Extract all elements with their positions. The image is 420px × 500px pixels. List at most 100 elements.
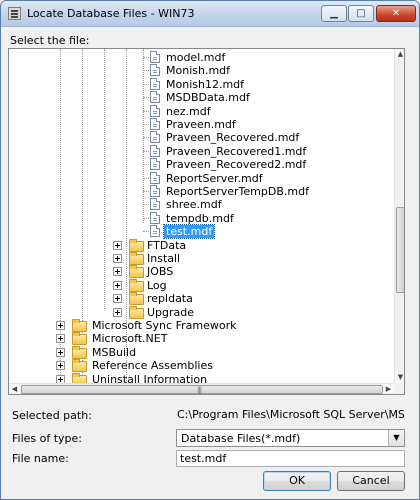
- close-button[interactable]: ✕: [376, 5, 416, 22]
- scroll-right-arrow-icon[interactable]: ▶: [383, 384, 394, 394]
- maximize-icon: □: [356, 8, 366, 19]
- expand-plus-icon[interactable]: [56, 334, 65, 344]
- file-icon: [150, 77, 160, 90]
- tree-branch-line: [143, 57, 149, 58]
- folder-icon: [129, 265, 144, 279]
- expand-plus-icon[interactable]: [56, 321, 65, 330]
- close-icon: ✕: [391, 8, 401, 19]
- tree-branch-line: [143, 110, 149, 112]
- file-icon: [150, 171, 160, 184]
- tree-item-label: model.mdf: [166, 51, 226, 64]
- file-icon: [150, 91, 160, 104]
- expand-plus-icon[interactable]: [113, 307, 122, 317]
- file-icon: [150, 118, 160, 130]
- maximize-button[interactable]: □: [348, 5, 374, 22]
- tree-branch-line: [143, 70, 149, 72]
- tree-item-label: ReportServerTempDB.mdf: [166, 185, 309, 198]
- tree-item-label: Microsoft Sync Framework: [92, 319, 237, 332]
- horizontal-scrollbar[interactable]: ◀ ||| ▶: [9, 383, 394, 394]
- minimize-icon: ▁: [330, 8, 338, 19]
- file-tree-item[interactable]: MSDBData.mdf: [9, 91, 389, 104]
- file-tree-item[interactable]: Praveen_Recovered1.mdf: [9, 144, 389, 158]
- horizontal-scroll-thumb[interactable]: |||: [21, 385, 383, 394]
- minimize-button[interactable]: ▁: [321, 5, 347, 22]
- file-tree-item[interactable]: ReportServer.mdf: [9, 171, 389, 185]
- folder-tree-item[interactable]: Microsoft Sync Framework: [9, 319, 389, 332]
- chevron-down-icon[interactable]: ▼: [388, 430, 404, 446]
- file-tree-item[interactable]: shree.mdf: [9, 198, 389, 211]
- expand-plus-icon[interactable]: [56, 361, 65, 371]
- scrollbar-corner: [394, 383, 404, 394]
- tree-branch-line: [143, 177, 149, 179]
- folder-tree-item[interactable]: Microsoft.NET: [9, 332, 389, 346]
- tree-item-label: MSBuild: [92, 345, 137, 359]
- tree-item-label: Praveen_Recovered.mdf: [166, 131, 300, 145]
- tree-branch-line: [143, 204, 149, 206]
- tree-branch-line: [143, 97, 149, 99]
- expand-plus-icon[interactable]: [113, 267, 122, 277]
- folder-icon: [72, 359, 87, 373]
- file-name-label: File name:: [12, 452, 69, 465]
- file-tree-item[interactable]: Monish.mdf: [9, 64, 389, 77]
- file-tree-item[interactable]: model.mdf: [9, 51, 389, 64]
- expand-plus-icon[interactable]: [113, 294, 122, 304]
- folder-tree-item[interactable]: Install: [9, 252, 389, 265]
- file-icon: [150, 158, 160, 171]
- file-tree-item[interactable]: Praveen.mdf: [9, 118, 389, 131]
- tree-item-label: JOBS: [147, 265, 174, 279]
- tree-branch-line: [143, 137, 149, 139]
- ok-button[interactable]: OK: [263, 471, 331, 491]
- expand-plus-icon[interactable]: [113, 240, 122, 250]
- files-of-type-label: Files of type:: [12, 432, 83, 445]
- files-of-type-select[interactable]: Database Files(*.mdf) ▼: [176, 429, 405, 447]
- folder-icon: [129, 292, 144, 306]
- expand-plus-icon[interactable]: [113, 254, 122, 263]
- file-icon: [150, 198, 160, 211]
- tree-item-label: tempdb.mdf: [166, 211, 234, 225]
- selected-path-label: Selected path:: [12, 409, 92, 422]
- folder-tree-item[interactable]: JOBS: [9, 265, 389, 279]
- locate-database-files-dialog: Locate Database Files - WIN73 ▁ □ ✕ Sele…: [0, 0, 420, 500]
- folder-tree-item[interactable]: Upgrade: [9, 305, 389, 319]
- tree-item-label: MSDBData.mdf: [166, 91, 250, 105]
- scroll-down-arrow-icon[interactable]: ▼: [395, 372, 404, 383]
- folder-tree-item[interactable]: Log: [9, 278, 389, 292]
- folder-tree-item[interactable]: Reference Assemblies: [9, 359, 389, 373]
- file-name-input[interactable]: test.mdf: [176, 450, 405, 467]
- folder-icon: [72, 345, 87, 359]
- file-tree-item[interactable]: nez.mdf: [9, 104, 389, 118]
- window-title: Locate Database Files - WIN73: [27, 7, 195, 20]
- file-tree-item[interactable]: ReportServerTempDB.mdf: [9, 185, 389, 198]
- tree-item-label: nez.mdf: [166, 104, 211, 118]
- file-icon: [150, 51, 160, 63]
- scroll-grip-icon: |||: [197, 386, 202, 394]
- folder-tree-item[interactable]: FTData: [9, 238, 389, 252]
- file-icon: [150, 64, 160, 77]
- title-bar[interactable]: Locate Database Files - WIN73 ▁ □ ✕: [1, 1, 419, 27]
- file-tree-item[interactable]: Praveen_Recovered2.mdf: [9, 158, 389, 171]
- vertical-scroll-thumb[interactable]: [396, 207, 404, 293]
- selected-path-value: C:\Program Files\Microsoft SQL Server\MS…: [177, 408, 405, 421]
- tree-branch-line: [143, 150, 149, 152]
- file-tree-item[interactable]: Monish12.mdf: [9, 77, 389, 91]
- folder-icon: [72, 332, 87, 346]
- scroll-up-arrow-icon[interactable]: ▲: [395, 49, 404, 60]
- select-file-label: Select the file:: [10, 34, 90, 47]
- tree-item-label: Microsoft.NET: [92, 332, 168, 346]
- scroll-left-arrow-icon[interactable]: ◀: [9, 384, 20, 394]
- cancel-button[interactable]: Cancel: [337, 471, 405, 491]
- file-icon: [150, 225, 160, 238]
- file-tree-item[interactable]: Praveen_Recovered.mdf: [9, 131, 389, 144]
- file-tree-item[interactable]: test.mdf: [9, 224, 389, 240]
- tree-item-label: Monish.mdf: [166, 64, 231, 78]
- tree-item-label: test.mdf: [162, 224, 216, 240]
- tree-item-label: Log: [147, 278, 167, 292]
- expand-plus-icon[interactable]: [56, 347, 65, 357]
- file-tree-item[interactable]: tempdb.mdf: [9, 211, 389, 225]
- vertical-scrollbar[interactable]: ▲ ▼: [394, 49, 404, 383]
- folder-tree-item[interactable]: MSBuild: [9, 345, 389, 359]
- folder-icon: [129, 252, 144, 265]
- file-tree[interactable]: model.mdf Monish.mdf Monish12.mdf MSDBData.…: [8, 48, 405, 395]
- expand-plus-icon[interactable]: [113, 280, 122, 290]
- folder-tree-item[interactable]: repldata: [9, 292, 389, 306]
